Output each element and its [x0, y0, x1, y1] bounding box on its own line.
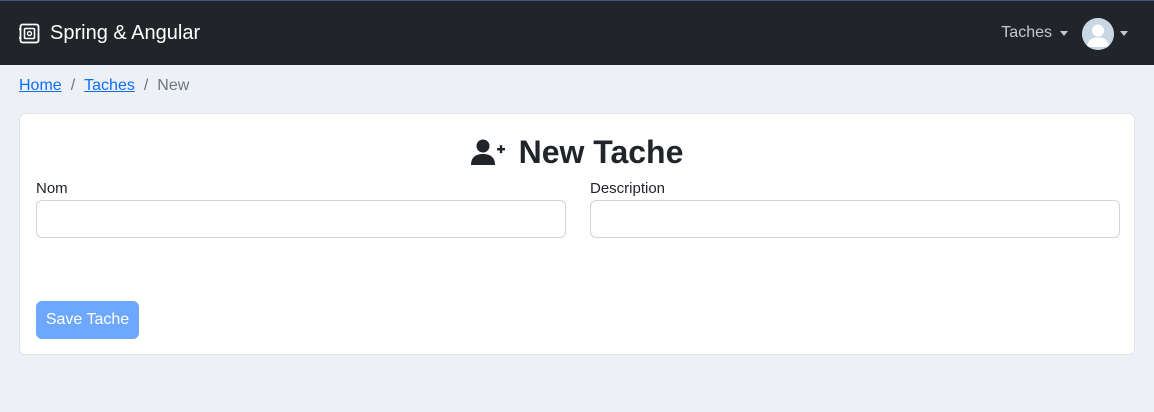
save-tache-button[interactable]: Save Tache — [36, 301, 139, 339]
taches-dropdown-label: Taches — [1001, 24, 1052, 41]
description-input[interactable] — [590, 200, 1120, 238]
form-header: New Tache — [20, 132, 1134, 172]
caret-down-icon — [1060, 30, 1068, 36]
breadcrumb-separator: / — [143, 77, 149, 94]
brand-link[interactable]: Spring & Angular — [19, 1, 200, 65]
tache-form-card: New Tache Nom Description Save Tache — [19, 113, 1135, 355]
safe-icon — [19, 23, 40, 43]
user-plus-icon — [470, 139, 505, 165]
page-title: New Tache — [518, 134, 684, 170]
brand-label: Spring & Angular — [50, 21, 201, 44]
user-avatar-icon — [1082, 17, 1114, 50]
nom-label: Nom — [36, 180, 68, 197]
taches-dropdown[interactable]: Taches — [1001, 1, 1068, 65]
breadcrumb-home[interactable]: Home — [19, 77, 62, 95]
top-navbar: Spring & Angular Taches — [0, 0, 1154, 65]
description-label: Description — [590, 180, 666, 197]
user-menu[interactable] — [1082, 17, 1128, 50]
breadcrumb-current: New — [157, 77, 190, 94]
nom-input[interactable] — [36, 200, 566, 238]
breadcrumb: Home / Taches / New — [19, 76, 189, 96]
caret-down-icon — [1120, 31, 1128, 36]
breadcrumb-taches[interactable]: Taches — [84, 77, 135, 95]
breadcrumb-separator: / — [70, 77, 76, 94]
